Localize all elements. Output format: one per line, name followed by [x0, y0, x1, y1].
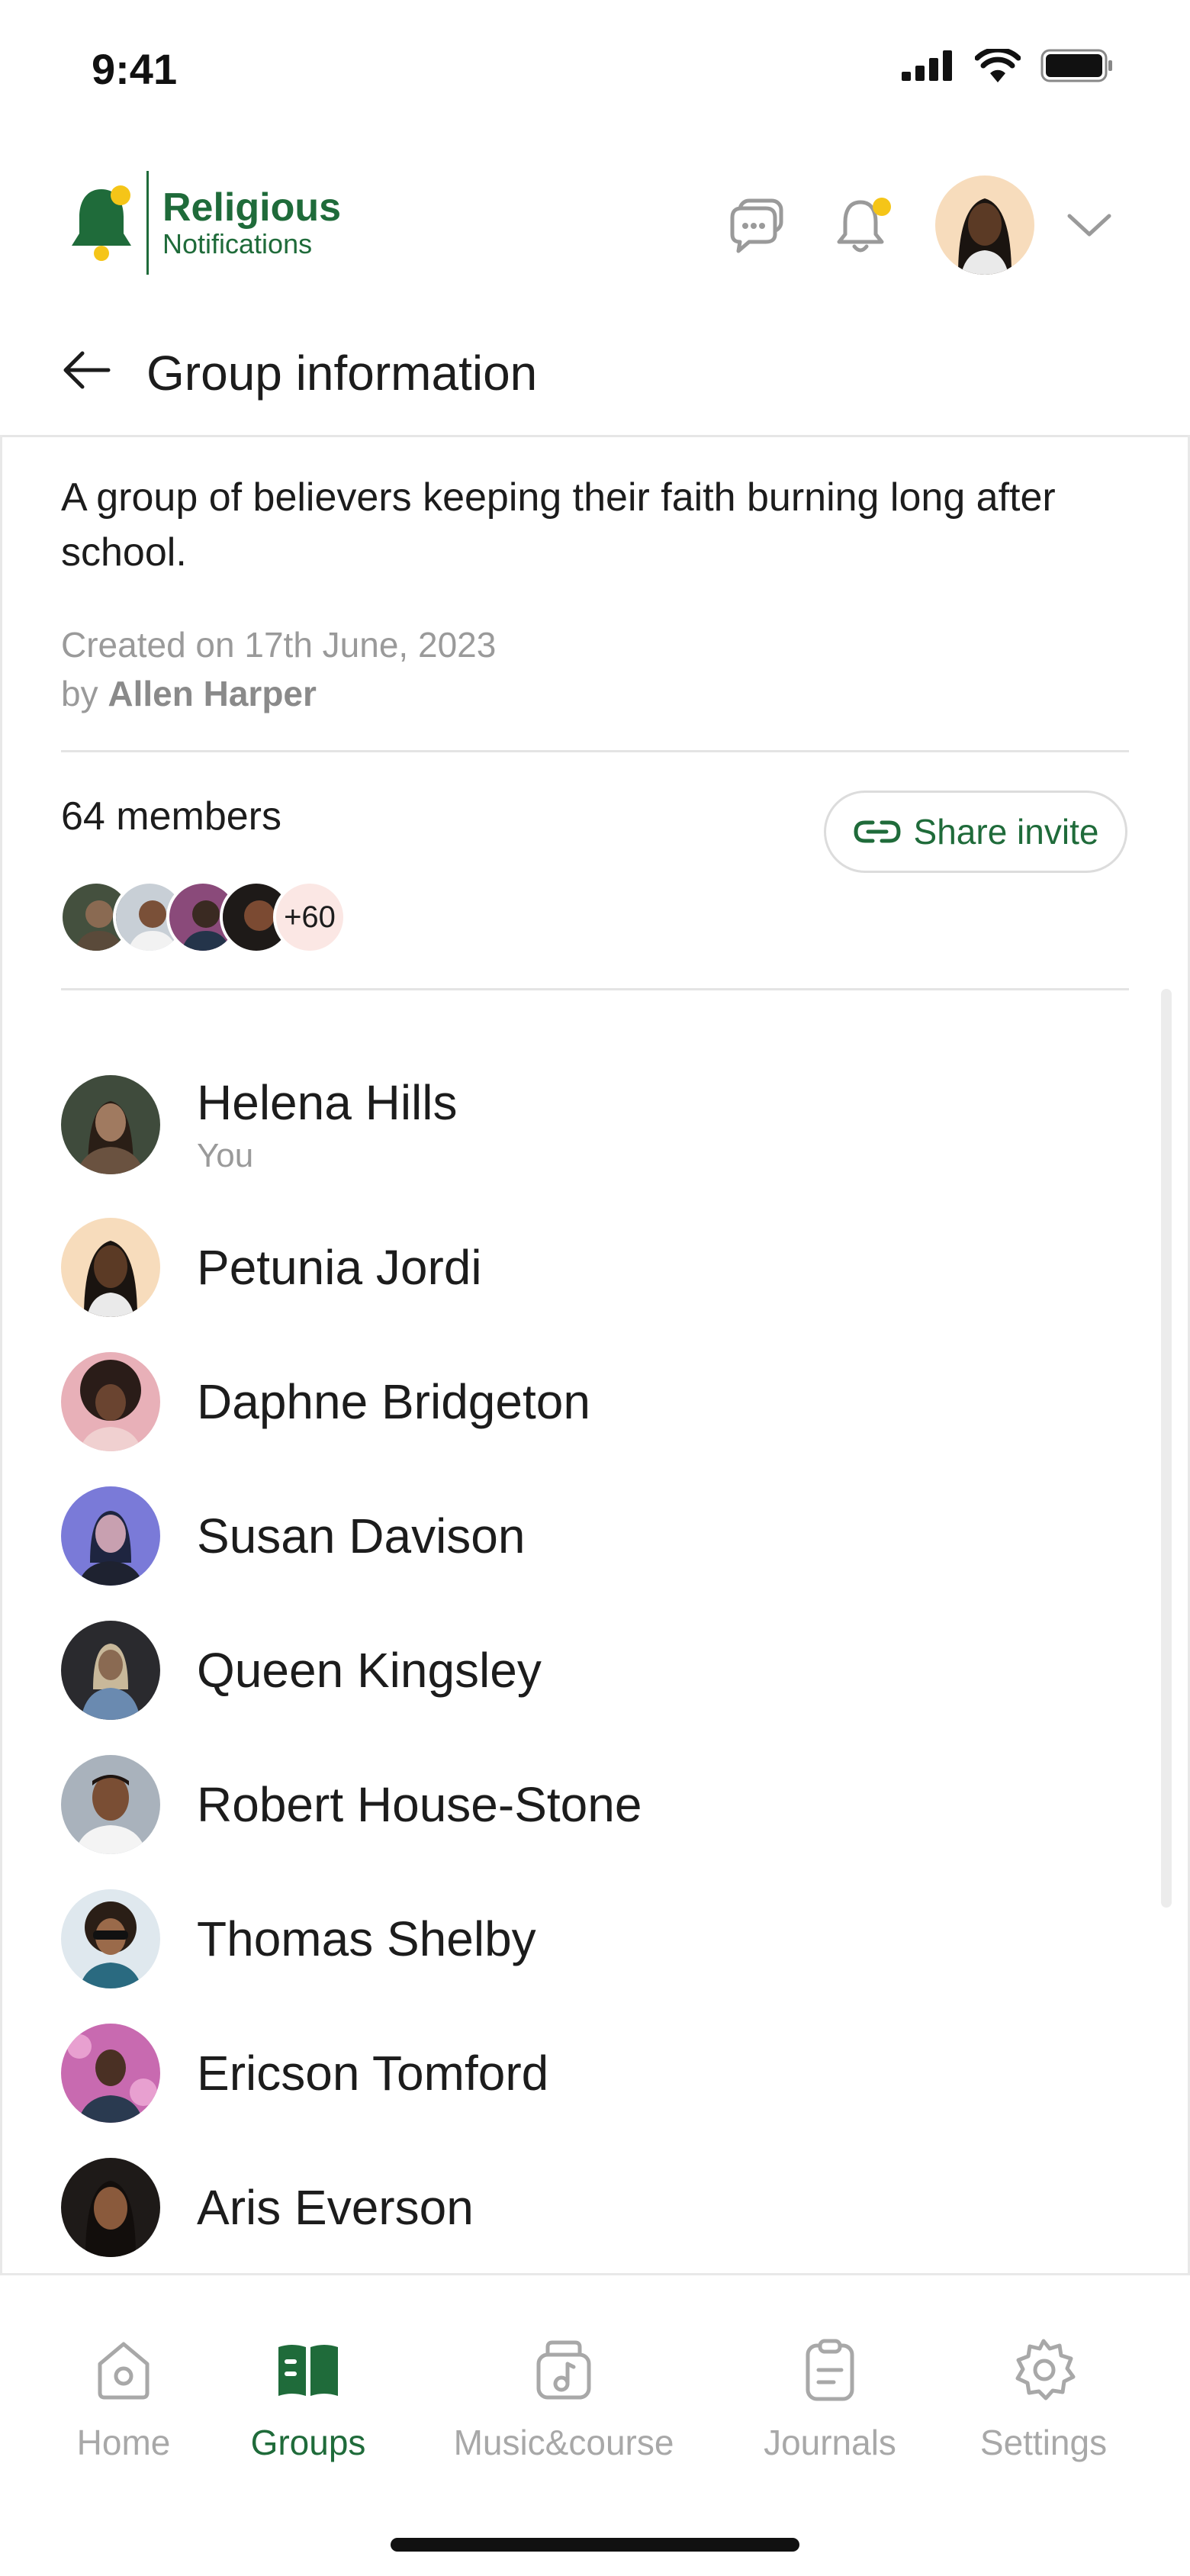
member-name: Petunia Jordi: [197, 1240, 482, 1295]
list-item[interactable]: Daphne Bridgeton: [61, 1352, 1129, 1451]
notification-bell-icon[interactable]: [831, 195, 900, 256]
avatar: [61, 1075, 160, 1174]
created-date: Created on 17th June, 2023: [61, 625, 497, 665]
avatar: [61, 1218, 160, 1317]
home-icon: [98, 2342, 150, 2400]
avatar: [61, 2158, 160, 2257]
battery-icon: [1040, 49, 1112, 82]
app-logo[interactable]: Religious Notifications: [69, 171, 341, 275]
list-item[interactable]: Ericson Tomford: [61, 2024, 1129, 2123]
tab-settings[interactable]: Settings: [969, 2335, 1118, 2463]
members-count: 64 members: [61, 794, 281, 839]
member-name: Queen Kingsley: [197, 1643, 542, 1698]
chevron-down-icon[interactable]: [1065, 210, 1114, 240]
member-subtitle: You: [197, 1137, 254, 1174]
header-actions: [726, 175, 1114, 275]
tab-label: Settings: [979, 2423, 1108, 2462]
member-name: Ericson Tomford: [197, 2046, 549, 2101]
created-by-prefix: by: [61, 674, 98, 713]
member-name: Helena Hills: [197, 1075, 458, 1130]
avatar: [61, 1486, 160, 1586]
share-invite-button[interactable]: Share invite: [824, 791, 1127, 873]
link-icon: [854, 820, 901, 843]
user-avatar[interactable]: [935, 175, 1034, 275]
book-icon: [278, 2345, 338, 2396]
list-item[interactable]: Petunia Jordi: [61, 1218, 1129, 1317]
member-name: Aris Everson: [197, 2180, 474, 2235]
group-description: A group of believers keeping their faith…: [61, 475, 1056, 575]
home-indicator[interactable]: [391, 2538, 799, 2552]
list-item[interactable]: Queen Kingsley: [61, 1621, 1129, 1720]
member-name: Susan Davison: [197, 1509, 526, 1563]
creator-name: Allen Harper: [108, 674, 317, 713]
list-item[interactable]: Thomas Shelby: [61, 1889, 1129, 1988]
clipboard-icon: [806, 2339, 854, 2401]
gear-icon: [1015, 2339, 1076, 2401]
list-item[interactable]: Helena Hills You: [61, 1074, 1129, 1175]
page-title: Group information: [146, 346, 538, 401]
divider: [61, 750, 1129, 752]
member-name: Daphne Bridgeton: [197, 1374, 590, 1429]
share-invite-label: Share invite: [913, 812, 1099, 852]
chat-icon[interactable]: [726, 195, 787, 256]
avatar: [61, 2024, 160, 2123]
more-members-badge: +60: [273, 881, 346, 954]
status-icons: [902, 49, 1114, 82]
logo-divider: [146, 171, 149, 275]
tab-label: Groups: [250, 2423, 366, 2462]
created-by: by Allen Harper: [61, 673, 317, 714]
avatar: [61, 1352, 160, 1451]
tab-label: Music&course: [453, 2423, 674, 2462]
avatar: [61, 1755, 160, 1854]
tab-music-course[interactable]: Music&course: [438, 2335, 690, 2463]
member-name: Thomas Shelby: [197, 1911, 536, 1966]
bell-logo-icon: [72, 185, 131, 261]
back-arrow-icon[interactable]: [60, 347, 113, 393]
tab-label: Home: [76, 2423, 171, 2462]
music-icon: [536, 2340, 591, 2400]
wifi-icon: [975, 49, 1021, 82]
member-avatar-stack[interactable]: +60: [60, 881, 346, 954]
avatar: [61, 1621, 160, 1720]
logo-subtitle: Notifications: [162, 228, 313, 259]
tab-groups[interactable]: Groups: [241, 2335, 375, 2463]
tab-journals[interactable]: Journals: [755, 2335, 905, 2463]
avatar: [61, 1889, 160, 1988]
list-item[interactable]: Robert House-Stone: [61, 1755, 1129, 1854]
tab-label: Journals: [764, 2423, 896, 2462]
list-item[interactable]: Aris Everson: [61, 2158, 1129, 2257]
member-name: Robert House-Stone: [197, 1777, 642, 1832]
divider: [61, 988, 1129, 990]
status-time: 9:41: [92, 45, 178, 93]
tab-home[interactable]: Home: [73, 2335, 174, 2463]
scrollbar[interactable]: [1161, 989, 1172, 1908]
list-item[interactable]: Susan Davison: [61, 1486, 1129, 1586]
logo-title: Religious: [162, 185, 342, 230]
signal-icon: [902, 50, 952, 81]
